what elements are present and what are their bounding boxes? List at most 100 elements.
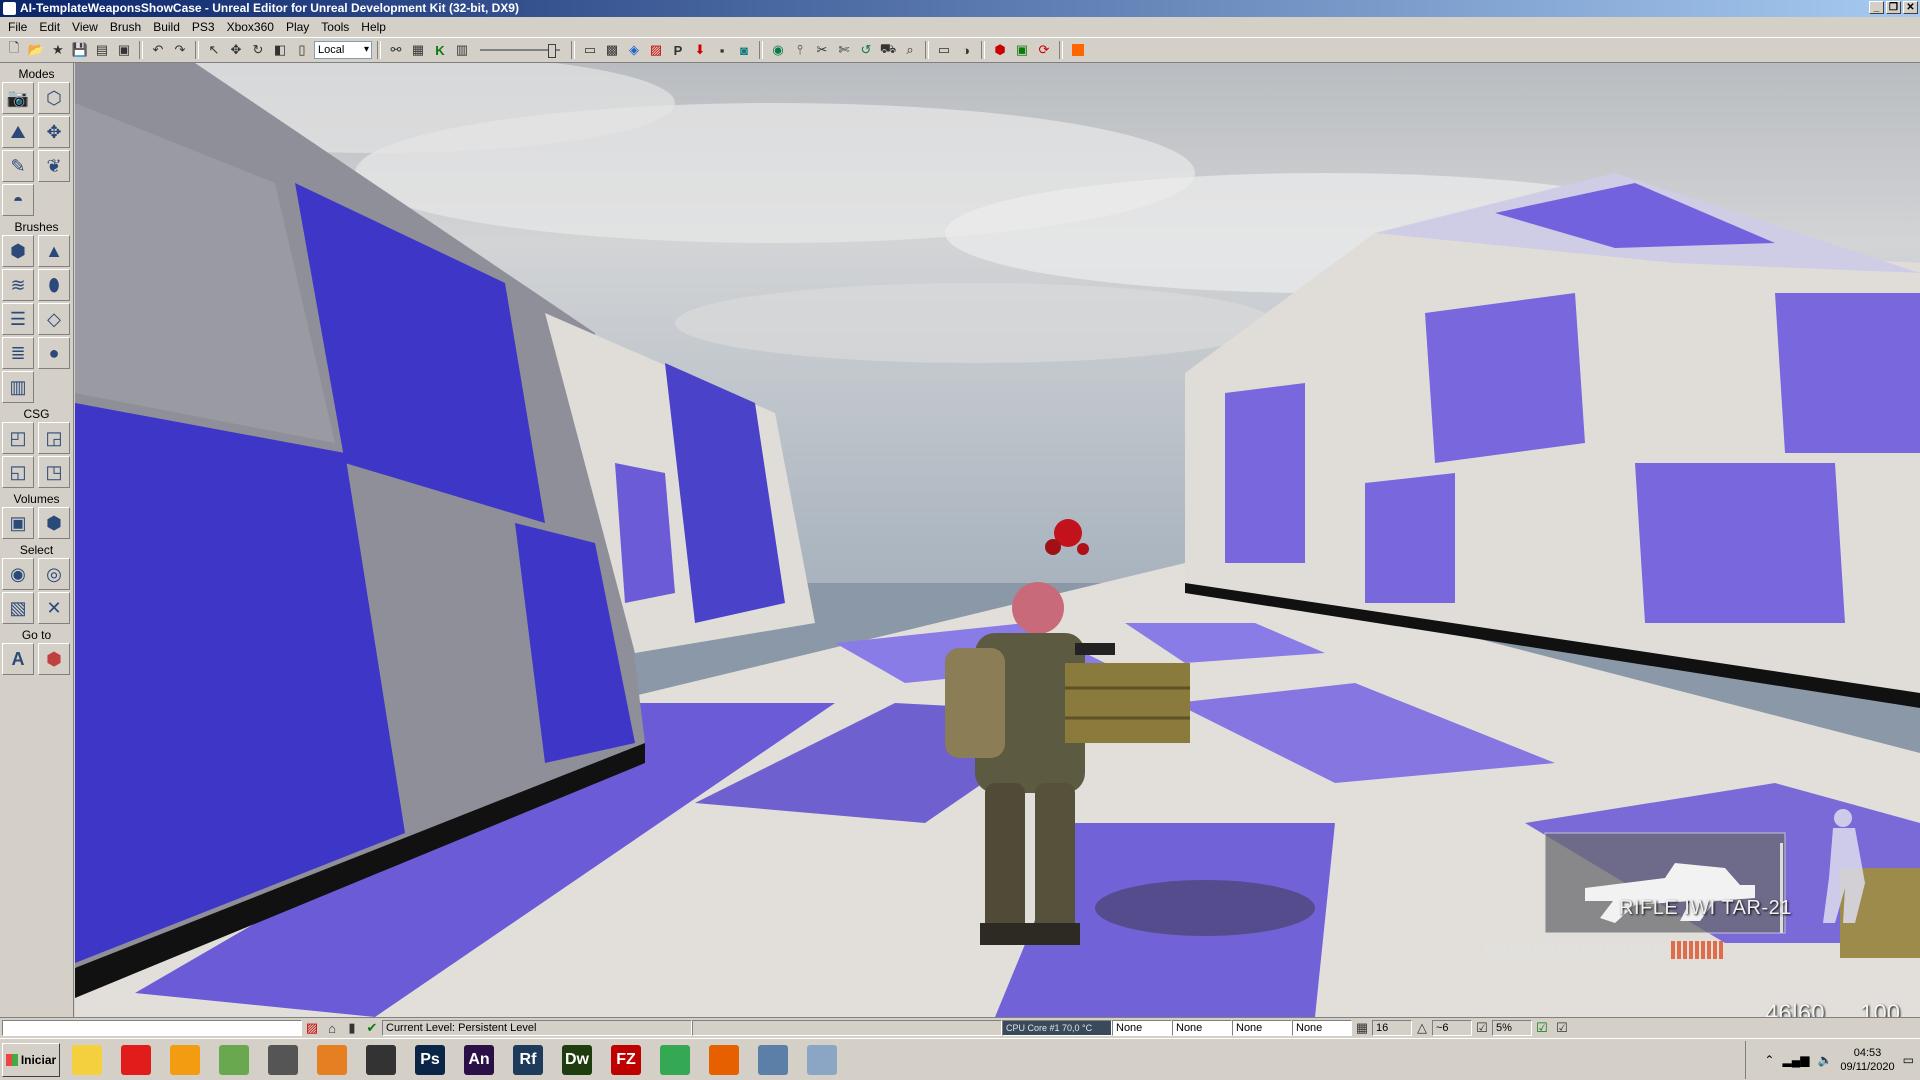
mesh-paint-icon[interactable]: ✎ [2, 150, 34, 182]
printer-icon[interactable] [751, 1041, 795, 1079]
add-volume-icon[interactable]: ▣ [2, 507, 34, 539]
csg-subtract-icon[interactable]: ◲ [38, 422, 70, 454]
tools-alt-icon[interactable]: ✄ [834, 40, 854, 60]
menu-xbox360[interactable]: Xbox360 [221, 20, 280, 34]
sheet-brush-icon[interactable]: ◇ [38, 303, 70, 335]
command-input[interactable] [2, 1020, 302, 1036]
search-icon[interactable]: ⌕ [900, 40, 920, 60]
log-icon[interactable]: ▨ [302, 1018, 322, 1038]
play-in-editor-icon[interactable]: ⬢ [990, 40, 1010, 60]
screen-icon[interactable]: ▭ [934, 40, 954, 60]
lit-icon[interactable]: ▩ [602, 40, 622, 60]
csg-deintersect-icon[interactable]: ◳ [38, 456, 70, 488]
scale-snap[interactable]: 5% [1492, 1020, 1532, 1036]
sphere-brush-icon[interactable]: ● [38, 337, 70, 369]
camera-speed-slider[interactable] [480, 43, 560, 58]
goto-builder-brush-icon[interactable]: ⬢ [38, 643, 70, 675]
rf-icon[interactable]: Rf [506, 1041, 550, 1079]
car-icon[interactable]: ⛟ [878, 40, 898, 60]
console-icon[interactable]: ◑ [956, 40, 976, 60]
play-console-icon[interactable]: ⟳ [1034, 40, 1054, 60]
grid-size[interactable]: 16 [1372, 1020, 1412, 1036]
realtime-icon[interactable]: ▭ [580, 40, 600, 60]
refresh-icon[interactable]: ↺ [856, 40, 876, 60]
show-selected-icon[interactable]: ◉ [2, 558, 34, 590]
vlc-icon[interactable] [163, 1041, 207, 1079]
sunflower-icon[interactable] [65, 1041, 109, 1079]
save-current-icon[interactable]: ▣ [114, 40, 134, 60]
open-icon[interactable]: 📂 [26, 40, 46, 60]
stop-icon[interactable] [1068, 40, 1088, 60]
scale-check-icon[interactable]: ☑ [1532, 1018, 1552, 1038]
acrobat-icon[interactable] [114, 1041, 158, 1079]
tools-icon[interactable]: ✂ [812, 40, 832, 60]
matinee-icon[interactable]: ▦ [408, 40, 428, 60]
pinwheel-icon[interactable] [310, 1041, 354, 1079]
globe-icon[interactable]: ◉ [768, 40, 788, 60]
content-browser-icon[interactable]: ▥ [452, 40, 472, 60]
cube-brush-icon[interactable]: ⬢ [2, 235, 34, 267]
restore-button[interactable]: ❐ [1886, 1, 1901, 14]
terrain-mode-icon[interactable]: ⛰ [2, 116, 34, 148]
chrome-icon[interactable] [653, 1041, 697, 1079]
photoshop-icon[interactable]: Ps [408, 1041, 452, 1079]
show-desktop-icon[interactable]: ▭ [1903, 1053, 1914, 1067]
menu-edit[interactable]: Edit [33, 20, 66, 34]
csg-intersect-icon[interactable]: ◱ [2, 456, 34, 488]
linear-stair-icon[interactable]: ☰ [2, 303, 34, 335]
landscape-icon[interactable]: ◓ [2, 184, 34, 216]
new-icon[interactable]: 🗋 [4, 40, 24, 60]
undo-icon[interactable]: ↶ [148, 40, 168, 60]
select-icon[interactable]: ↖ [204, 40, 224, 60]
play-on-pc-icon[interactable]: ▣ [1012, 40, 1032, 60]
volume-icon[interactable]: 🔈 [1817, 1053, 1832, 1067]
redo-icon[interactable]: ↷ [170, 40, 190, 60]
tray-expand-icon[interactable]: ⌃ [1764, 1053, 1774, 1067]
hide-selected-icon[interactable]: ◎ [38, 558, 70, 590]
menu-file[interactable]: File [2, 20, 33, 34]
rotation-snap-icon[interactable]: △ [1412, 1018, 1432, 1038]
coordinate-system-select[interactable]: Local [314, 41, 372, 59]
rotation-check-icon[interactable]: ☑ [1472, 1018, 1492, 1038]
build-icon[interactable]: ▨ [646, 40, 666, 60]
clock[interactable]: 04:53 09/11/2020 [1840, 1046, 1894, 1074]
volume-shape-icon[interactable]: ⬢ [38, 507, 70, 539]
save-all-icon[interactable]: ▤ [92, 40, 112, 60]
kismet-icon[interactable]: K [430, 40, 450, 60]
pin-icon[interactable]: ⫯ [790, 40, 810, 60]
spiral-stair-icon[interactable]: ≣ [2, 337, 34, 369]
menu-play[interactable]: Play [280, 20, 315, 34]
texture-align-icon[interactable]: ✥ [38, 116, 70, 148]
wireframe-icon[interactable]: ◈ [624, 40, 644, 60]
menu-brush[interactable]: Brush [104, 20, 147, 34]
scale-nonuniform-icon[interactable]: ▯ [292, 40, 312, 60]
menu-ps3[interactable]: PS3 [186, 20, 221, 34]
menu-view[interactable]: View [66, 20, 104, 34]
goto-actor-icon[interactable]: A [2, 643, 34, 675]
rotation-snap[interactable]: ~6 [1432, 1020, 1472, 1036]
csg-add-icon[interactable]: ◰ [2, 422, 34, 454]
perspective-viewport[interactable]: RIFLE IWI TAR-21 46|60 100 [75, 63, 1920, 1017]
minimize-button[interactable]: _ [1869, 1, 1884, 14]
foliage-icon[interactable]: ❦ [38, 150, 70, 182]
favorite-icon[interactable]: ★ [48, 40, 68, 60]
scale-icon[interactable]: ◧ [270, 40, 290, 60]
animate-icon[interactable]: An [457, 1041, 501, 1079]
dreamweaver-icon[interactable]: Dw [555, 1041, 599, 1079]
all-icon[interactable]: ◙ [734, 40, 754, 60]
volumetric-brush-icon[interactable]: ▥ [2, 371, 34, 403]
menu-help[interactable]: Help [355, 20, 392, 34]
calculator-icon[interactable] [800, 1041, 844, 1079]
select-none-icon[interactable]: ▧ [2, 592, 34, 624]
network-icon[interactable]: ▂▄▆ [1782, 1053, 1809, 1067]
monitor-icon[interactable] [261, 1041, 305, 1079]
filezilla-icon[interactable]: FZ [604, 1041, 648, 1079]
rotate-icon[interactable]: ↻ [248, 40, 268, 60]
paths-icon[interactable]: P [668, 40, 688, 60]
drag-grid-icon[interactable]: ▮ [342, 1018, 362, 1038]
start-button[interactable]: Iniciar [2, 1042, 60, 1077]
notepad-icon[interactable] [212, 1041, 256, 1079]
menu-build[interactable]: Build [147, 20, 186, 34]
menu-tools[interactable]: Tools [315, 20, 355, 34]
camera-mode-icon[interactable]: 📷 [2, 82, 34, 114]
